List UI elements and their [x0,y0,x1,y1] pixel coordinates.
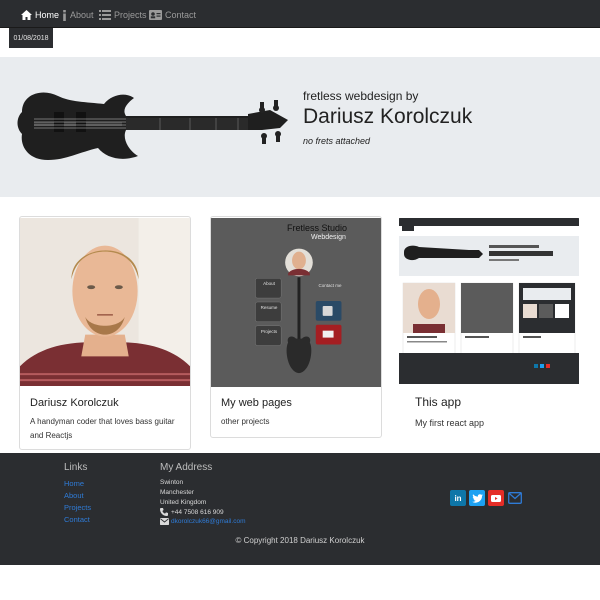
twitter-icon[interactable] [469,490,485,506]
address-line-2: Manchester [160,489,194,496]
address-line-3: United Kingdom [160,499,207,506]
contact-card-icon [149,10,162,20]
preview-site-title: Fretless Studio [287,223,348,233]
address-line-1: Swinton [160,479,184,486]
nav-about[interactable]: About [62,8,94,22]
footer-link-home[interactable]: Home [64,479,84,488]
footer-link-projects[interactable]: Projects [64,503,91,512]
preview-resume-button: Resume [260,305,278,310]
profile-photo [20,217,190,387]
home-icon [21,10,32,20]
web-pages-card-text: other projects [221,417,270,426]
nav-home[interactable]: Home [21,8,59,22]
list-icon [99,10,111,20]
preview-projects-button: Projects [260,329,278,334]
this-app-card-text: My first react app [415,418,485,428]
footer-email-link[interactable]: dkorolczuk66@gmail.com [171,518,246,525]
this-app-card[interactable]: This app My first react app [399,216,579,438]
profile-card-title: Dariusz Korolczuk [30,397,119,409]
preview-about-button: About [263,281,275,286]
linkedin-icon[interactable]: in [450,490,466,506]
mail-icon[interactable] [508,492,522,504]
nav-projects-label: Projects [114,10,147,20]
web-pages-card-title: My web pages [221,397,292,409]
preview-contact-label: Contact me [318,283,342,288]
nav-contact-label: Contact [165,10,197,20]
hero-subtitle: fretless webdesign by [303,89,419,103]
web-pages-card[interactable]: Fretless Studio Webdesign About Resume P… [210,216,382,438]
footer-link-about[interactable]: About [64,491,84,500]
info-icon [63,9,66,21]
nav-about-label: About [70,10,94,20]
navbar: Home About Projects Contact [0,0,600,28]
footer-links-heading: Links [64,462,88,473]
nav-projects[interactable]: Projects [99,8,147,22]
nav-contact[interactable]: Contact [149,8,196,22]
youtube-icon[interactable] [488,490,504,506]
profile-card-text: A handyman coder that loves bass guitar … [30,417,175,440]
web-pages-preview [211,217,381,388]
nav-home-label: Home [35,10,60,20]
this-app-card-title: This app [415,395,462,409]
phone-icon [160,508,168,516]
this-app-screenshot [399,216,579,384]
date-badge: 01/08/2018 [9,28,53,48]
profile-card[interactable]: Dariusz Korolczuk A handyman coder that … [19,216,191,450]
copyright: © Copyright 2018 Dariusz Korolczuk [235,536,365,545]
footer-address-heading: My Address [160,462,213,473]
preview-site-subtitle: Webdesign [311,234,346,241]
bass-guitar-image [17,92,288,160]
email-icon [160,518,169,525]
footer-phone: +44 7508 616 909 [171,509,224,516]
hero-title: Dariusz Korolczuk [303,105,473,128]
hero-tagline: no frets attached [303,136,371,146]
footer-link-contact[interactable]: Contact [64,515,90,524]
